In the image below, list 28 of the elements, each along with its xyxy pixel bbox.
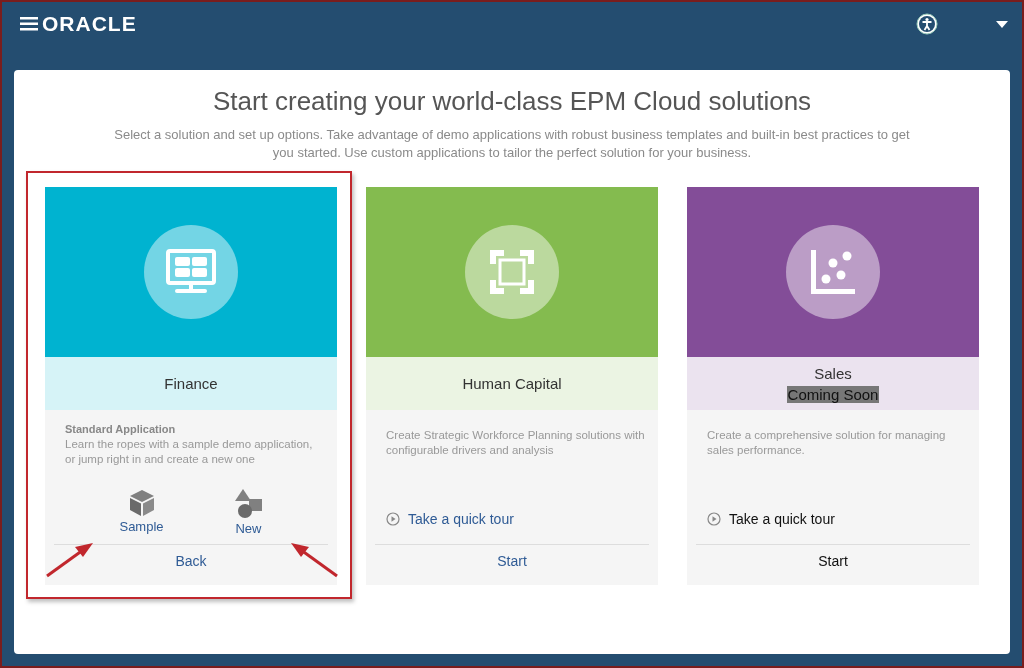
new-button[interactable]: New	[234, 489, 263, 536]
card-title: Sales	[814, 364, 852, 382]
caret-down-icon[interactable]	[996, 20, 1008, 28]
scatter-chart-icon	[811, 250, 855, 294]
card-description: Create a comprehensive solution for managing sales performance.	[707, 428, 947, 458]
play-icon[interactable]	[707, 512, 721, 526]
cube-icon	[127, 489, 156, 517]
solution-card[interactable]: Finance Standard Application Learn the ropes with a sample demo application, or jump right in and create a new one Sample New Back	[45, 187, 337, 585]
page-subtitle: Select a solution and set up options. Take advantage of demo applications with robust business templates and built-in best practices to get you started. Use custom applications to tailor the perfect solution for your business.	[113, 126, 911, 162]
sample-button[interactable]: Sample	[119, 489, 164, 536]
monitor-icon	[165, 248, 217, 296]
quick-tour-link[interactable]: Take a quick tour	[408, 511, 514, 527]
menu-icon[interactable]	[20, 17, 38, 31]
card-heading: Standard Application	[65, 423, 177, 435]
frame-icon	[490, 250, 534, 294]
card-title: Human Capital	[462, 375, 562, 392]
oracle-logo: ORACLE	[42, 12, 137, 36]
page-title: Start creating your world-class EPM Cloud solutions	[211, 86, 813, 117]
back-link[interactable]: Back	[175, 553, 207, 569]
solution-card[interactable]: Human Capital Create Strategic Workforce Planning solutions with configurable drivers and analysis Take a quick tour Start	[366, 187, 658, 585]
card-description: Learn the ropes with a sample demo application, or jump right in and create a new one	[65, 437, 314, 467]
start-link[interactable]: Start	[497, 553, 527, 569]
card-title: Finance	[164, 375, 218, 392]
shapes-icon	[234, 489, 263, 519]
coming-soon-label: Coming Soon	[786, 385, 880, 403]
play-icon[interactable]	[386, 512, 400, 526]
accessibility-icon[interactable]	[916, 13, 938, 35]
card-description: Create Strategic Workforce Planning solutions with configurable drivers and analysis	[386, 428, 645, 458]
